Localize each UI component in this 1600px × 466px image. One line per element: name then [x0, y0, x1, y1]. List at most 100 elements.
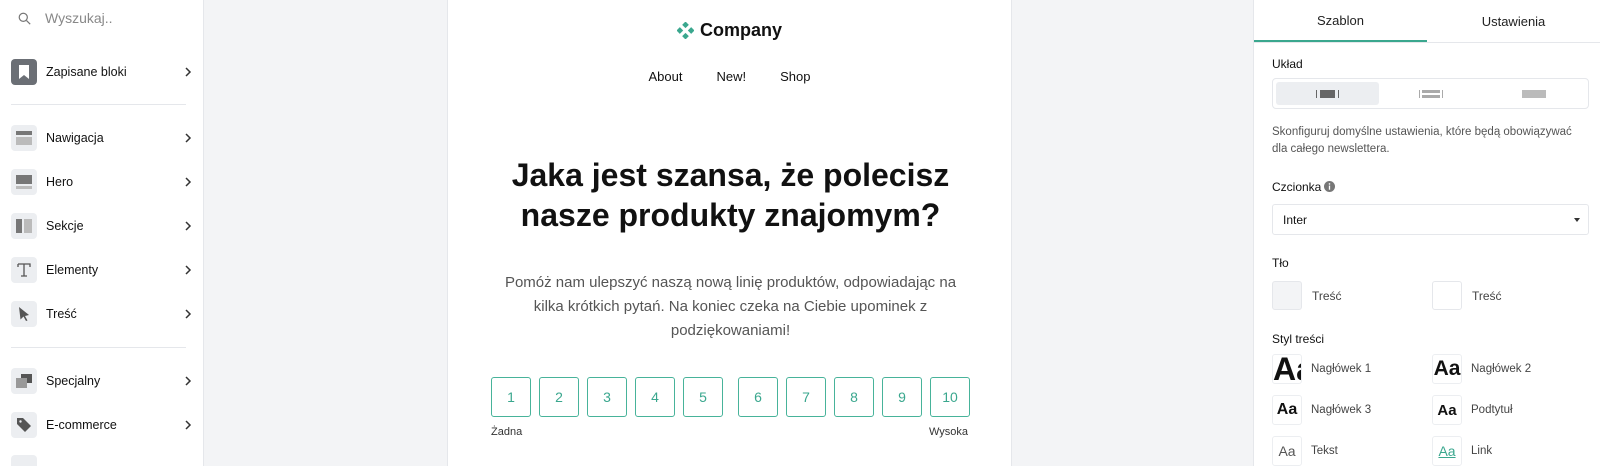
chevron-right-icon	[185, 420, 192, 430]
brand-name: Company	[699, 20, 782, 40]
layout-option-full[interactable]	[1482, 82, 1585, 105]
chevron-right-icon	[185, 265, 192, 275]
email-canvas: Company About New! Shop Jaka jest szansa…	[447, 0, 1012, 466]
background-label: Tło	[1272, 256, 1289, 270]
nav-link-about[interactable]: About	[649, 69, 683, 84]
style-subtitle-tile[interactable]: Aa	[1432, 395, 1462, 425]
sidebar-item-sections[interactable]: Sekcje	[11, 212, 193, 240]
style-heading-2-label: Nagłówek 2	[1471, 363, 1532, 375]
layout-selector	[1272, 78, 1589, 109]
cursor-icon	[11, 301, 37, 327]
divider	[11, 347, 186, 348]
font-label: Czcionka	[1272, 180, 1336, 194]
bookmark-icon	[11, 59, 37, 85]
search-input[interactable]	[45, 10, 195, 26]
background-swatch-outer[interactable]	[1272, 281, 1302, 310]
sidebar-item-label: Sekcje	[46, 219, 84, 233]
sidebar-item-special[interactable]: Specjalny	[11, 367, 193, 395]
style-heading-3-tile[interactable]: Aa	[1272, 395, 1302, 425]
rating-option-1[interactable]: 1	[491, 377, 531, 417]
style-text-label: Tekst	[1311, 445, 1338, 457]
chevron-down-icon	[1574, 218, 1580, 222]
sidebar-item-label: Zapisane bloki	[46, 65, 127, 79]
style-link-label: Link	[1471, 445, 1493, 457]
logo-icon	[676, 22, 694, 39]
layout-full-icon	[1521, 89, 1546, 98]
layout-label: Układ	[1272, 57, 1303, 71]
survey-headline: Jaka jest szansa, że polecisz nasze prod…	[511, 157, 950, 233]
background-swatch-content[interactable]	[1432, 281, 1462, 310]
sidebar-item-label: Elementy	[46, 263, 99, 277]
rating-option-9[interactable]: 9	[882, 377, 922, 417]
style-heading-2-tile[interactable]: Aa	[1432, 354, 1462, 384]
layout-option-narrow[interactable]	[1276, 82, 1379, 105]
rating-scale: 1 2 3 4 5 6 7 8 9 10	[491, 377, 971, 417]
sidebar-item-navigation[interactable]: Nawigacja	[11, 124, 193, 152]
style-heading-3-label: Nagłówek 3	[1311, 404, 1372, 416]
columns-icon	[11, 213, 37, 239]
survey-description: Pomóż nam ulepszyć naszą nową linię prod…	[504, 274, 957, 339]
chevron-right-icon	[185, 309, 192, 319]
tag-icon	[11, 412, 37, 438]
sidebar-item-label: Hero	[46, 175, 74, 189]
divider	[11, 104, 186, 105]
sidebar-item-elements[interactable]: Elementy	[11, 256, 193, 284]
search-bar	[0, 0, 203, 36]
nav-link-new[interactable]: New!	[716, 69, 746, 84]
sidebar-item-ecommerce[interactable]: E-commerce	[11, 411, 193, 439]
rating-option-10[interactable]: 10	[930, 377, 970, 417]
nav-link-shop[interactable]: Shop	[780, 69, 810, 84]
style-link-tile[interactable]: Aa	[1432, 436, 1462, 466]
sidebar-item-hero[interactable]: Hero	[11, 168, 193, 196]
chevron-right-icon	[185, 221, 192, 231]
sidebar-item-saved-blocks[interactable]: Zapisane bloki	[11, 58, 193, 86]
style-heading-1-tile[interactable]: Aa	[1272, 354, 1302, 384]
layout-option-medium[interactable]	[1379, 82, 1482, 105]
email-nav: About New! Shop	[448, 69, 1011, 84]
sidebar-item-label: E-commerce	[46, 418, 117, 432]
rating-option-6[interactable]: 6	[738, 377, 778, 417]
content-style-label: Styl treści	[1272, 332, 1325, 346]
layout-narrow-icon	[1315, 89, 1339, 98]
block-sidebar: Zapisane bloki Nawigacja Hero Sekcje Ele…	[0, 0, 204, 466]
sidebar-item-label: Nawigacja	[46, 131, 104, 145]
panel-tabs: Szablon Ustawienia	[1254, 0, 1600, 43]
style-text-tile[interactable]: Aa	[1272, 436, 1302, 466]
font-select-value: Inter	[1283, 212, 1308, 227]
sidebar-item-partial[interactable]	[11, 454, 193, 466]
rating-option-2[interactable]: 2	[539, 377, 579, 417]
layout-medium-icon	[1418, 89, 1443, 98]
chevron-right-icon	[185, 133, 192, 143]
rating-option-3[interactable]: 3	[587, 377, 627, 417]
font-label-text: Czcionka	[1272, 180, 1322, 194]
text-t-icon	[11, 257, 37, 283]
scale-low-label: Żadna	[491, 426, 523, 438]
brand: Company	[448, 20, 1011, 41]
tab-template[interactable]: Szablon	[1254, 0, 1427, 42]
search-icon	[18, 12, 31, 25]
layers-icon	[11, 368, 37, 394]
chevron-right-icon	[185, 67, 192, 77]
sidebar-item-content[interactable]: Treść	[11, 300, 193, 328]
font-select[interactable]: Inter	[1272, 204, 1589, 235]
style-heading-1-label: Nagłówek 1	[1311, 363, 1372, 375]
rating-option-8[interactable]: 8	[834, 377, 874, 417]
rating-option-7[interactable]: 7	[786, 377, 826, 417]
background-swatch-label: Treść	[1312, 289, 1342, 303]
block-icon	[11, 455, 37, 466]
sidebar-item-label: Specjalny	[46, 374, 101, 388]
info-icon[interactable]	[1324, 181, 1336, 192]
scale-high-label: Wysoka	[928, 426, 968, 438]
template-help-text: Skonfiguruj domyślne ustawienia, które b…	[1272, 126, 1572, 155]
settings-panel: Szablon Ustawienia Układ Skonfiguruj dom…	[1253, 0, 1600, 466]
chevron-right-icon	[185, 177, 192, 187]
rating-option-5[interactable]: 5	[683, 377, 723, 417]
style-subtitle-label: Podtytuł	[1471, 404, 1513, 416]
tab-settings[interactable]: Ustawienia	[1427, 0, 1600, 42]
sidebar-item-label: Treść	[46, 307, 77, 321]
chevron-right-icon	[185, 376, 192, 386]
hero-block-icon	[11, 169, 37, 195]
navigation-block-icon	[11, 125, 37, 151]
background-swatch-label: Treść	[1472, 289, 1502, 303]
rating-option-4[interactable]: 4	[635, 377, 675, 417]
